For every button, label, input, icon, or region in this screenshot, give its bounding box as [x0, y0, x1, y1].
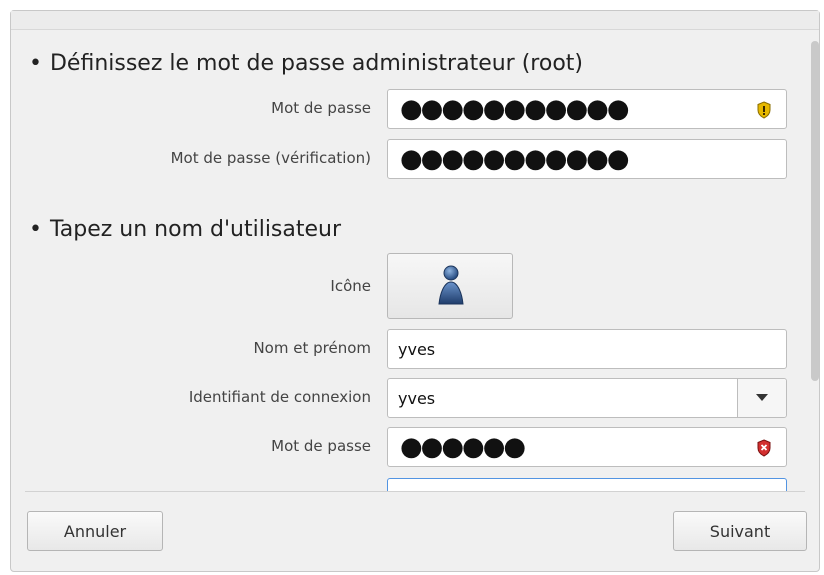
root-section-title: • Définissez le mot de passe administrate…: [29, 51, 583, 76]
login-value: yves: [398, 389, 436, 408]
shield-red-icon: [757, 439, 771, 457]
user-password-value: ●●●●●●: [400, 432, 526, 462]
button-divider: [25, 491, 805, 492]
fullname-label: Nom et prénom: [253, 339, 371, 357]
bullet: •: [29, 51, 42, 76]
user-verify-input[interactable]: [387, 478, 787, 491]
login-combobox[interactable]: yves: [387, 378, 787, 418]
root-verify-value: ●●●●●●●●●●●: [400, 144, 630, 174]
root-section-title-text: Définissez le mot de passe administrateu…: [49, 51, 583, 76]
user-icon-label: Icône: [330, 277, 371, 295]
login-label: Identifiant de connexion: [188, 388, 371, 406]
scrollbar-thumb[interactable]: [811, 41, 819, 381]
user-section-title: • Tapez un nom d'utilisateur: [29, 217, 341, 242]
root-verify-input[interactable]: ●●●●●●●●●●●: [387, 139, 787, 179]
login-dropdown-button[interactable]: [737, 379, 786, 417]
fullname-input[interactable]: yves: [387, 329, 787, 369]
user-avatar-icon: [438, 265, 464, 305]
cancel-button[interactable]: Annuler: [27, 511, 163, 551]
root-verify-label: Mot de passe (vérification): [170, 149, 371, 167]
user-password-input[interactable]: ●●●●●●: [387, 427, 787, 467]
user-section-title-text: Tapez un nom d'utilisateur: [49, 217, 342, 242]
fullname-value: yves: [398, 340, 436, 359]
form-scroll-area[interactable]: • Définissez le mot de passe administrate…: [11, 29, 811, 491]
root-password-label: Mot de passe: [271, 99, 371, 117]
form-scrollbar[interactable]: [811, 29, 821, 491]
dialog-top-strip: [11, 11, 819, 30]
root-password-value: ●●●●●●●●●●●: [400, 94, 630, 124]
user-icon-button[interactable]: [387, 253, 513, 319]
bullet: •: [29, 217, 42, 242]
next-button[interactable]: Suivant: [673, 511, 807, 551]
chevron-down-icon: [756, 394, 768, 401]
shield-yellow-icon: [757, 101, 771, 119]
user-setup-dialog: • Définissez le mot de passe administrate…: [10, 10, 820, 572]
root-password-input[interactable]: ●●●●●●●●●●●: [387, 89, 787, 129]
user-password-label: Mot de passe: [271, 437, 371, 455]
